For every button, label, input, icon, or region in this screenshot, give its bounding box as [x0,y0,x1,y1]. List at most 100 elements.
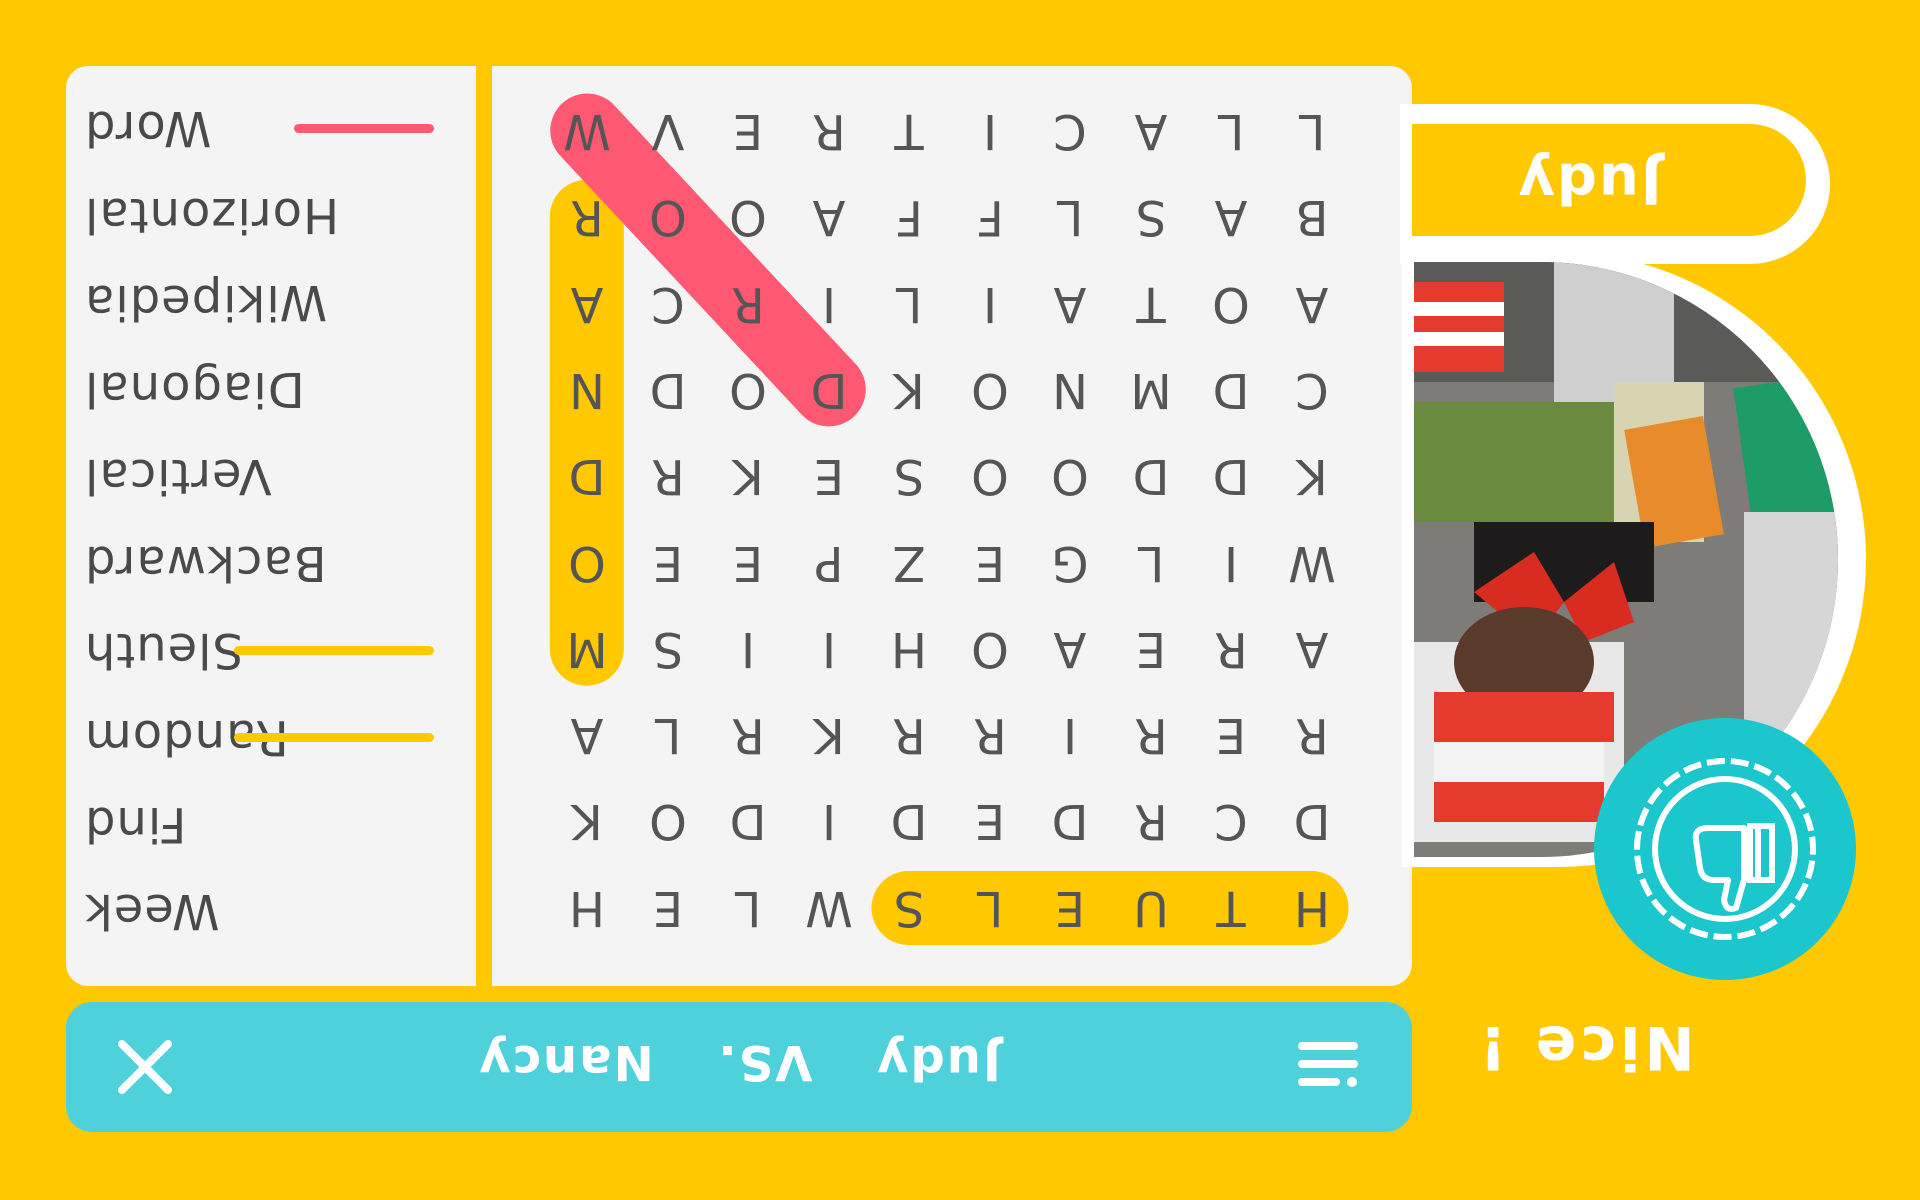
grid-cell[interactable]: T [1191,868,1271,948]
grid-cell[interactable]: N [547,350,627,430]
grid-cell[interactable]: M [1111,350,1191,430]
grid-cell[interactable]: Z [869,523,949,603]
grid-cell[interactable]: O [950,609,1030,689]
grid-cell[interactable]: R [708,695,788,775]
grid-cell[interactable]: O [708,350,788,430]
grid-cell[interactable]: O [1191,264,1271,344]
grid-cell[interactable]: R [1272,695,1352,775]
grid-cell[interactable]: S [1111,177,1191,257]
grid-cell[interactable]: K [789,695,869,775]
grid-cell[interactable]: T [1111,264,1191,344]
grid-cell[interactable]: E [789,436,869,516]
grid-cell[interactable]: D [708,781,788,861]
grid-cell[interactable]: A [1030,609,1110,689]
grid-cell[interactable]: L [1030,177,1110,257]
grid-cell[interactable]: D [1191,350,1271,430]
grid-cell[interactable]: I [708,609,788,689]
grid-cell[interactable]: C [1272,350,1352,430]
grid-cell[interactable]: O [628,781,708,861]
grid-cell[interactable]: D [1191,436,1271,516]
grid-cell[interactable]: A [547,264,627,344]
grid-cell[interactable]: D [628,350,708,430]
grid-cell[interactable]: L [1272,91,1352,171]
grid-cell[interactable]: I [789,781,869,861]
grid-cell[interactable]: A [1272,609,1352,689]
grid-cell[interactable]: I [950,264,1030,344]
grid-cell[interactable]: A [1272,264,1352,344]
grid-cell[interactable]: L [1191,91,1271,171]
grid-cell[interactable]: E [628,523,708,603]
grid-cell[interactable]: E [628,868,708,948]
grid-cell[interactable]: B [1272,177,1352,257]
grid-cell[interactable]: E [708,523,788,603]
grid-cell[interactable]: D [1111,436,1191,516]
grid-cell[interactable]: S [628,609,708,689]
grid-cell[interactable]: O [950,350,1030,430]
grid-cell[interactable]: O [628,177,708,257]
grid-cell[interactable]: D [1030,781,1110,861]
grid-cell[interactable]: R [628,436,708,516]
grid-cell[interactable]: T [869,91,949,171]
grid-cell[interactable]: K [708,436,788,516]
grid-cell[interactable]: A [789,177,869,257]
grid-cell[interactable]: C [628,264,708,344]
grid-cell[interactable]: U [1111,868,1191,948]
grid-cell[interactable]: O [1030,436,1110,516]
grid-cell[interactable]: R [1111,781,1191,861]
grid-cell[interactable]: S [869,436,949,516]
grid-cell[interactable]: D [869,781,949,861]
grid-cell[interactable]: I [789,609,869,689]
grid-cell[interactable]: O [950,436,1030,516]
grid-cell[interactable]: I [950,91,1030,171]
grid-cell[interactable]: C [1191,781,1271,861]
grid-cell[interactable]: W [1272,523,1352,603]
grid-cell[interactable]: V [628,91,708,171]
grid-cell[interactable]: E [1030,868,1110,948]
grid-cell[interactable]: R [547,177,627,257]
grid-cell[interactable]: A [1191,177,1271,257]
grid-cell[interactable]: H [547,868,627,948]
grid-cell[interactable]: K [1272,436,1352,516]
grid-cell[interactable]: E [1191,695,1271,775]
grid-cell[interactable]: R [708,264,788,344]
grid-cell[interactable]: K [869,350,949,430]
grid-cell[interactable]: K [547,781,627,861]
grid-cell[interactable]: A [1030,264,1110,344]
grid-cell[interactable]: E [950,523,1030,603]
grid-cell[interactable]: O [708,177,788,257]
grid-cell[interactable]: L [628,695,708,775]
grid-cell[interactable]: R [1111,695,1191,775]
grid-cell[interactable]: E [708,91,788,171]
grid-cell[interactable]: H [1272,868,1352,948]
grid-cell[interactable]: E [950,781,1030,861]
grid-cell[interactable]: A [1111,91,1191,171]
grid-cell[interactable]: F [869,177,949,257]
grid-cell[interactable]: L [869,264,949,344]
grid-cell[interactable]: R [869,695,949,775]
grid-cell[interactable]: E [1111,609,1191,689]
menu-icon[interactable] [1296,1036,1360,1100]
grid-cell[interactable]: L [1111,523,1191,603]
grid-cell[interactable]: R [950,695,1030,775]
grid-cell[interactable]: N [1030,350,1110,430]
grid-cell[interactable]: C [1030,91,1110,171]
grid-cell[interactable]: W [547,91,627,171]
grid-cell[interactable]: P [789,523,869,603]
letter-grid[interactable]: HTUELSWLEHDCRDEDIDOKRERIRRKRLAAREAOHIISM… [492,66,1412,986]
grid-cell[interactable]: H [869,609,949,689]
grid-cell[interactable]: I [789,264,869,344]
grid-cell[interactable]: I [1191,523,1271,603]
grid-cell[interactable]: I [1030,695,1110,775]
grid-cell[interactable]: L [950,868,1030,948]
grid-cell[interactable]: F [950,177,1030,257]
grid-cell[interactable]: O [547,523,627,603]
grid-cell[interactable]: M [547,609,627,689]
grid-cell[interactable]: R [789,91,869,171]
grid-cell[interactable]: W [789,868,869,948]
grid-cell[interactable]: D [1272,781,1352,861]
grid-cell[interactable]: R [1191,609,1271,689]
grid-cell[interactable]: G [1030,523,1110,603]
grid-cell[interactable]: D [547,436,627,516]
grid-cell[interactable]: D [789,350,869,430]
grid-cell[interactable]: L [708,868,788,948]
